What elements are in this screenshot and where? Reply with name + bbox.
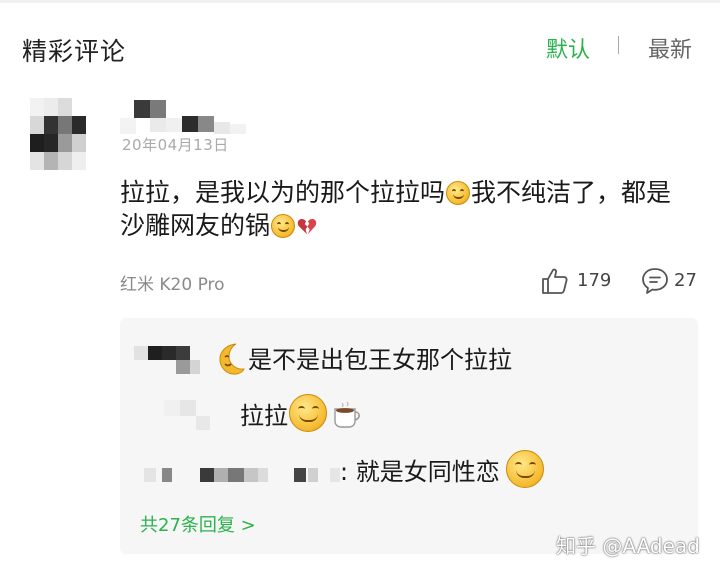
reply-text-content: 是不是出包王女那个拉拉 [248,346,512,374]
reply-text: 拉拉 [240,394,364,436]
reply-text: 是不是出包王女那个拉拉 [216,340,512,380]
reply-item[interactable]: : 就是女同性恋 [120,450,698,496]
smile-emoji-icon [289,394,327,432]
like-count: 179 [577,270,612,291]
replies-panel: 是不是出包王女那个拉拉 拉拉: 就是女同性恋 共27条回复 > [120,318,698,554]
reply-count: 27 [674,270,697,291]
comment-text-part3: 沙雕网友的锅 [120,211,271,240]
username-mosaic[interactable] [120,98,250,136]
coffee-cup-icon [334,401,360,428]
watermark: 知乎 @AAdead [556,534,700,558]
comment-text-part2: 我不纯洁了，都是 [471,178,672,207]
comments-header: 精彩评论 默认 最新 [0,28,720,68]
comment-body: 拉拉，是我以为的那个拉拉吗 我不纯洁了，都是 沙雕网友的锅 [120,176,700,242]
smile-emoji-icon [505,450,544,488]
reply-text-content: : 就是女同性恋 [340,458,500,486]
thumbs-up-icon[interactable] [540,266,570,296]
sort-separator [618,34,620,54]
comment-text-part1: 拉拉，是我以为的那个拉拉吗 [120,178,446,207]
smile-emoji-icon [446,181,471,205]
comment-date: 20年04月13日 [122,136,229,154]
comment-bubble-icon[interactable] [640,266,670,296]
top-divider [0,0,720,3]
device-label: 红米 K20 Pro [120,275,225,295]
broken-heart-icon [297,218,317,235]
reply-text-content: 拉拉 [240,402,288,430]
moon-icon [219,343,245,375]
view-all-replies-link[interactable]: 共27条回复 > [140,511,256,537]
smile-emoji-icon [271,214,296,238]
sort-latest-tab[interactable]: 最新 [648,32,692,64]
sort-default-tab[interactable]: 默认 [546,32,590,64]
avatar[interactable] [30,98,86,170]
section-title: 精彩评论 [22,37,127,66]
reply-text: : 就是女同性恋 [340,450,545,492]
reply-item[interactable]: 拉拉 [120,394,698,440]
reply-item[interactable]: 是不是出包王女那个拉拉 [120,340,698,386]
